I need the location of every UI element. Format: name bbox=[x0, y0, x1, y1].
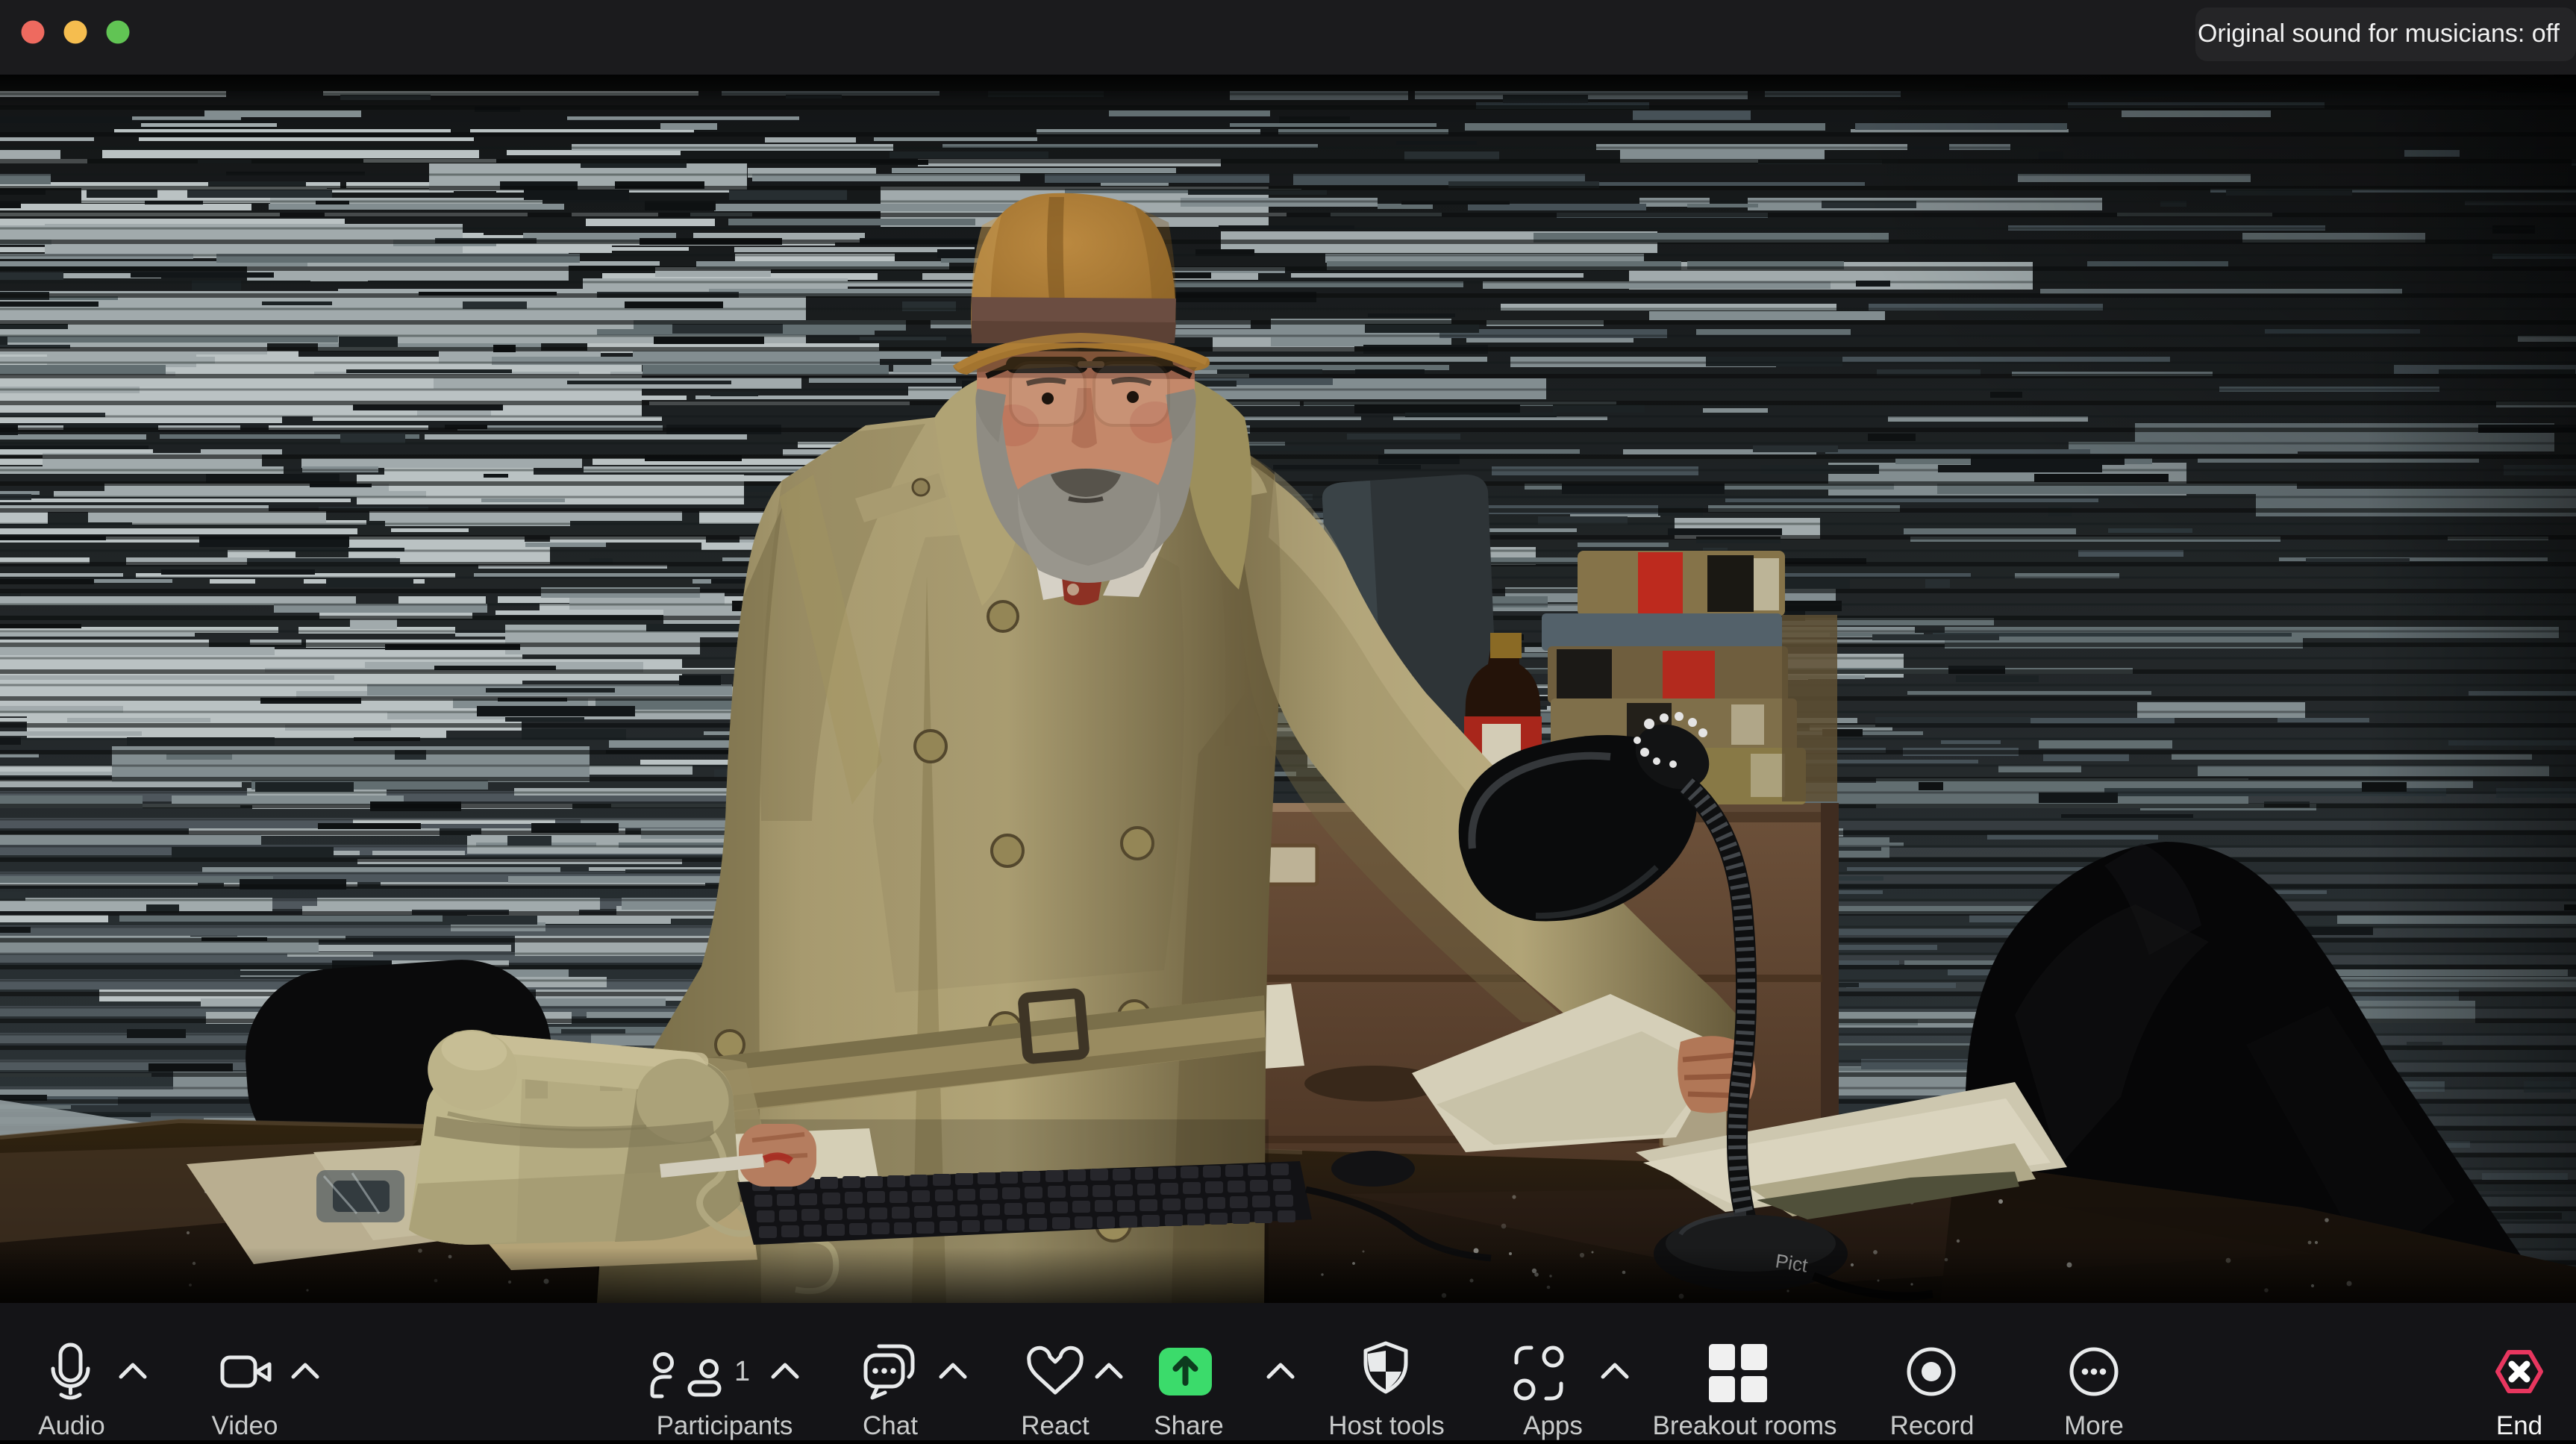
svg-text:Participants: Participants bbox=[657, 1411, 793, 1440]
svg-text:Original sound for musicians:: Original sound for musicians: off bbox=[2198, 19, 2560, 48]
svg-text:Apps: Apps bbox=[1523, 1411, 1583, 1440]
svg-text:More: More bbox=[2064, 1411, 2124, 1440]
svg-text:Host tools: Host tools bbox=[1328, 1411, 1445, 1440]
svg-text:Video: Video bbox=[212, 1411, 278, 1440]
svg-text:Record: Record bbox=[1890, 1411, 1975, 1440]
svg-text:React: React bbox=[1021, 1411, 1090, 1440]
svg-text:Audio: Audio bbox=[38, 1411, 105, 1440]
svg-text:Breakout rooms: Breakout rooms bbox=[1652, 1411, 1836, 1440]
svg-text:Chat: Chat bbox=[863, 1411, 918, 1440]
svg-text:1: 1 bbox=[734, 1356, 750, 1387]
svg-text:End: End bbox=[2496, 1411, 2542, 1440]
svg-text:Share: Share bbox=[1154, 1411, 1223, 1440]
